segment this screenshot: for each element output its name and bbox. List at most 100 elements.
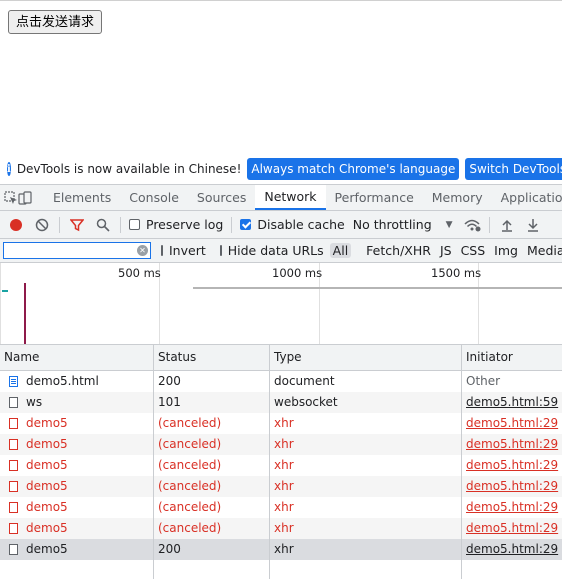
request-type: document [274,374,335,388]
network-conditions-icon[interactable] [459,211,485,238]
request-initiator[interactable]: demo5.html:29 [466,434,562,455]
tab-application[interactable]: Application [492,185,562,210]
search-icon[interactable] [90,211,116,238]
file-icon [9,481,18,492]
column-divider [269,345,270,579]
tab-sources[interactable]: Sources [188,185,255,210]
type-filter-css[interactable]: CSS [461,243,486,258]
document-icon [9,376,18,387]
clear-filter-icon[interactable]: ✕ [137,245,148,256]
hide-data-urls-checkbox[interactable] [219,245,222,256]
request-initiator[interactable]: demo5.html:29 [466,497,562,518]
request-status: 200 [158,542,181,556]
invert-checkbox[interactable] [161,245,163,256]
tab-elements[interactable]: Elements [44,185,120,210]
tab-console[interactable]: Console [120,185,188,210]
file-icon [9,439,18,450]
table-row[interactable]: demo5 200 xhr demo5.html:29 [0,539,562,560]
preserve-log-label: Preserve log [146,217,224,232]
type-filter-img[interactable]: Img [494,243,518,258]
switch-language-button[interactable]: Switch DevTools to Chinese [465,158,562,180]
request-name: demo5.html [26,374,99,388]
request-status: (canceled) [158,437,222,451]
tab-memory[interactable]: Memory [423,185,492,210]
request-initiator[interactable]: demo5.html:29 [466,518,562,539]
request-initiator[interactable]: demo5.html:29 [466,455,562,476]
chevron-down-icon: ▼ [445,219,453,230]
request-initiator[interactable]: demo5.html:29 [466,413,562,434]
request-status: 101 [158,395,181,409]
column-name-header[interactable]: Name [0,345,39,370]
table-row[interactable]: demo5 (canceled) xhr demo5.html:29 [0,413,562,434]
send-request-button[interactable]: 点击发送请求 [8,10,103,34]
request-type: xhr [274,458,294,472]
tab-performance[interactable]: Performance [326,185,423,210]
request-status: (canceled) [158,479,222,493]
request-name: demo5 [26,437,68,451]
file-icon [9,460,18,471]
table-row[interactable]: ws 101 websocket demo5.html:59 [0,392,562,413]
request-initiator[interactable]: demo5.html:59 [466,392,562,413]
timeline-overview[interactable]: 500 ms 1000 ms 1500 ms [0,263,562,345]
column-divider [461,345,462,579]
record-icon[interactable] [3,211,29,238]
type-filter-fetch-xhr[interactable]: Fetch/XHR [366,243,431,258]
preserve-log-checkbox[interactable] [129,219,140,230]
toolbar-divider [488,216,490,233]
disable-cache-label: Disable cache [257,217,345,232]
table-row[interactable]: demo5 (canceled) xhr demo5.html:29 [0,518,562,539]
type-filter-all[interactable]: All [329,243,352,258]
file-icon [9,502,18,513]
table-row[interactable]: demo5 (canceled) xhr demo5.html:29 [0,497,562,518]
request-type: websocket [274,395,338,409]
device-toolbar-icon[interactable] [18,185,32,210]
toolbar-divider [120,216,121,233]
request-type: xhr [274,479,294,493]
request-initiator[interactable]: demo5.html:29 [466,476,562,497]
column-initiator-header[interactable]: Initiator [462,345,513,370]
request-name: demo5 [26,521,68,535]
file-icon [9,523,18,534]
request-type: xhr [274,500,294,514]
table-row[interactable]: demo5 (canceled) xhr demo5.html:29 [0,434,562,455]
request-status: (canceled) [158,458,222,472]
request-name: demo5 [26,542,68,556]
throttling-value: No throttling [352,217,432,232]
export-har-icon[interactable] [520,211,546,238]
match-language-button[interactable]: Always match Chrome's language [247,158,460,180]
import-har-icon[interactable] [494,211,520,238]
request-status: (canceled) [158,521,222,535]
devtools-tabbar: Elements Console Sources Network Perform… [0,185,562,211]
request-initiator[interactable]: demo5.html:29 [466,539,562,560]
timeline-tick-label: 1000 ms [272,266,323,280]
language-infobar: i DevTools is now available in Chinese! … [0,154,562,185]
column-type-header[interactable]: Type [270,345,302,370]
filter-input-wrapper: ✕ [3,242,151,259]
table-row[interactable]: demo5.html 200 document Other [0,371,562,392]
type-filter-media[interactable]: Media [527,243,562,258]
request-status: (canceled) [158,416,222,430]
requests-table: Name Status Type Initiator demo5.html 200… [0,345,562,579]
throttling-select[interactable]: No throttling ▼ [353,217,453,232]
filter-icon[interactable] [64,211,90,238]
tab-network[interactable]: Network [255,185,326,210]
type-filter-js[interactable]: JS [440,243,452,258]
request-name: ws [26,395,43,409]
clear-icon[interactable] [29,211,55,238]
file-icon [9,418,18,429]
request-status: (canceled) [158,500,222,514]
request-name: demo5 [26,458,68,472]
request-type: xhr [274,416,294,430]
column-divider [153,345,154,579]
filter-input[interactable] [4,243,150,258]
websocket-timeline-bar [193,287,562,289]
table-row[interactable]: demo5 (canceled) xhr demo5.html:29 [0,455,562,476]
hide-data-urls-label: Hide data URLs [227,243,324,258]
disable-cache-checkbox[interactable] [240,219,252,230]
table-row[interactable]: demo5 (canceled) xhr demo5.html:29 [0,476,562,497]
inspect-element-icon[interactable] [4,185,18,210]
request-name: demo5 [26,416,68,430]
column-status-header[interactable]: Status [154,345,196,370]
request-type: xhr [274,437,294,451]
toolbar-divider [59,216,60,233]
